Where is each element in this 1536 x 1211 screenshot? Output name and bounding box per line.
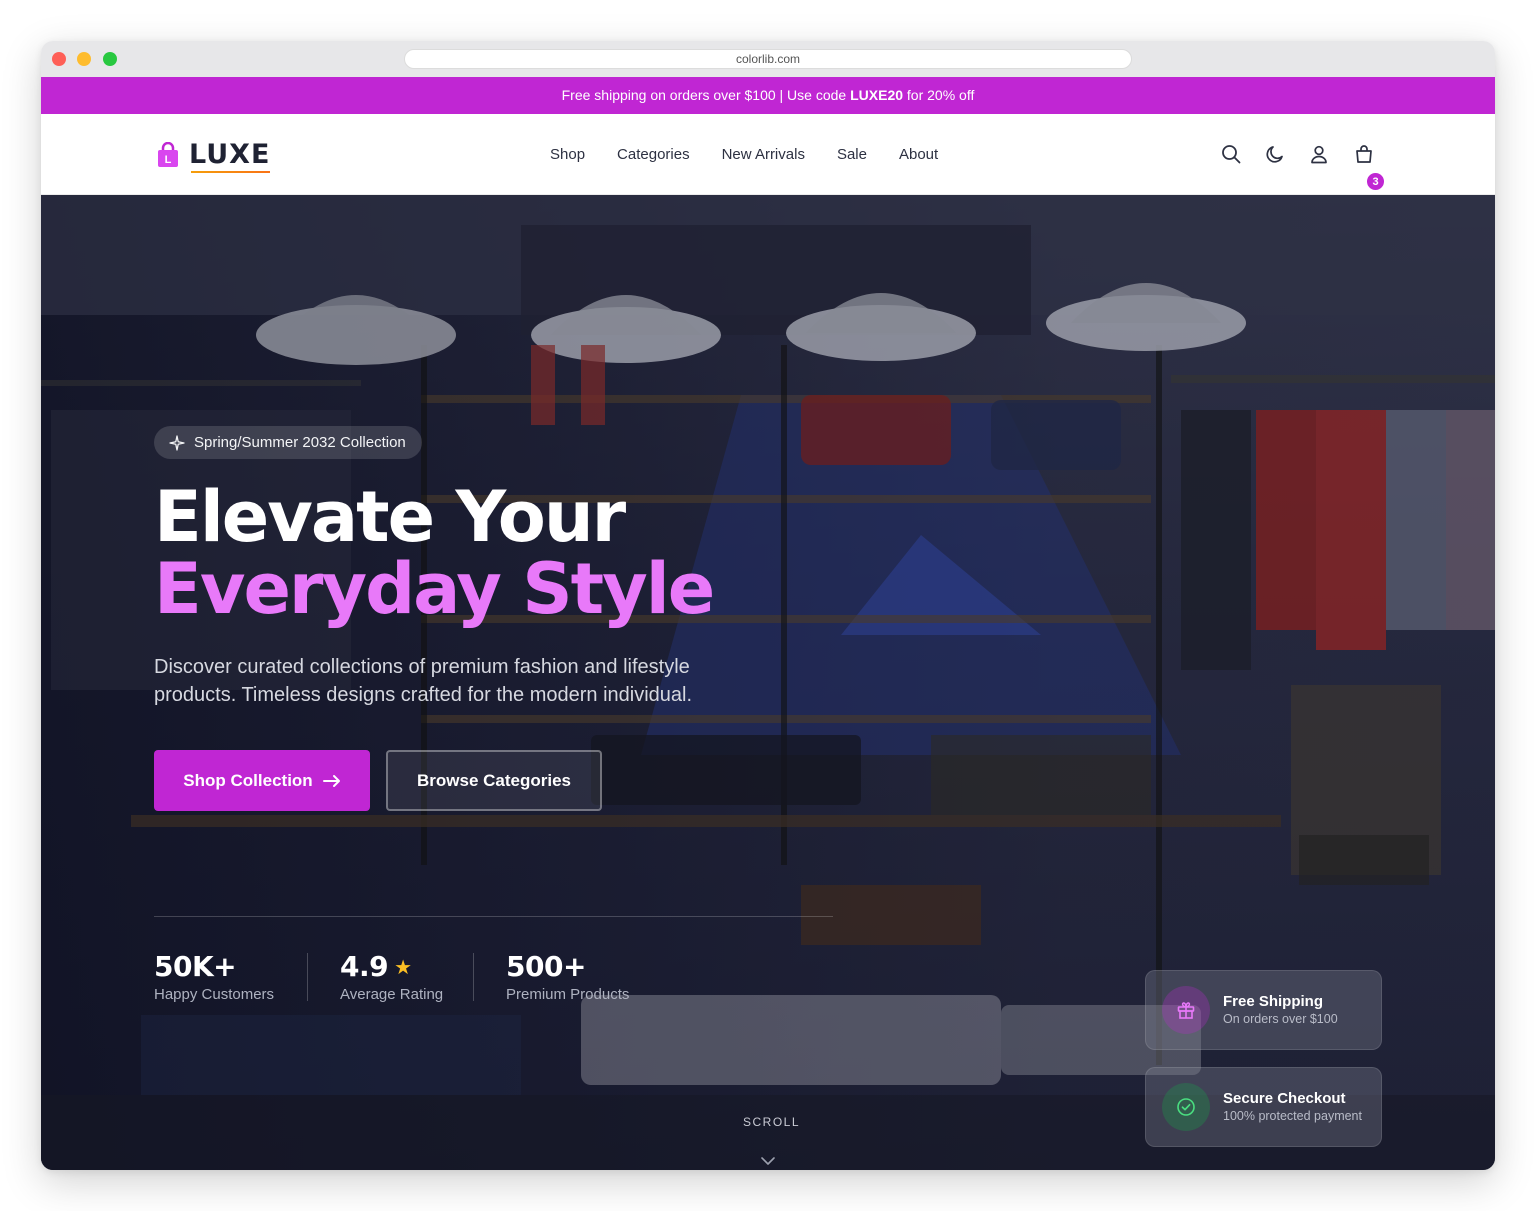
shopping-bag-icon[interactable] bbox=[1353, 143, 1375, 165]
scroll-indicator-label[interactable]: SCROLL bbox=[743, 1115, 800, 1129]
stat-rating: 4.9 ★ Average Rating bbox=[340, 950, 443, 1003]
stat-customers: 50K+ Happy Customers bbox=[154, 950, 274, 1003]
feature-secure-checkout: Secure Checkout 100% protected payment bbox=[1145, 1067, 1382, 1147]
close-window-button[interactable] bbox=[52, 52, 66, 66]
feature-secure-checkout-title: Secure Checkout bbox=[1223, 1089, 1346, 1107]
stat-products-value: 500+ bbox=[506, 950, 586, 983]
cart-count-badge: 3 bbox=[1366, 172, 1385, 191]
nav-sale[interactable]: Sale bbox=[837, 146, 867, 163]
address-bar[interactable]: colorlib.com bbox=[404, 49, 1132, 69]
hero-subtitle: Discover curated collections of premium … bbox=[154, 656, 693, 706]
stat-separator bbox=[473, 953, 474, 1001]
nav-categories[interactable]: Categories bbox=[617, 146, 690, 163]
feature-free-shipping-title: Free Shipping bbox=[1223, 992, 1324, 1010]
stat-customers-value: 50K+ bbox=[154, 950, 237, 983]
feature-secure-checkout-subtitle: 100% protected payment bbox=[1223, 1108, 1362, 1123]
stat-rating-label: Average Rating bbox=[340, 986, 444, 1003]
minimize-window-button[interactable] bbox=[77, 52, 91, 66]
hero-title-line2: Everyday Style bbox=[154, 548, 715, 630]
moon-icon[interactable] bbox=[1264, 143, 1286, 165]
promo-text-start: Free shipping on orders over $100 | Use … bbox=[561, 87, 851, 103]
stat-customers-label: Happy Customers bbox=[154, 986, 275, 1003]
hero-section: Spring/Summer 2032 Collection Elevate Yo… bbox=[41, 195, 1495, 1170]
promo-banner: Free shipping on orders over $100 | Use … bbox=[41, 77, 1495, 114]
main-nav: Shop Categories New Arrivals Sale About bbox=[550, 114, 938, 195]
feature-free-shipping: Free Shipping On orders over $100 bbox=[1145, 970, 1382, 1050]
stat-products-label: Premium Products bbox=[506, 986, 630, 1003]
browser-titlebar: colorlib.com bbox=[41, 41, 1495, 77]
nav-about[interactable]: About bbox=[899, 146, 938, 163]
collection-badge: Spring/Summer 2032 Collection bbox=[154, 426, 422, 459]
user-icon[interactable] bbox=[1308, 143, 1330, 165]
sparkle-icon bbox=[169, 434, 185, 451]
site-header: L LUXE Shop Categories New Arrivals Sale… bbox=[41, 114, 1495, 195]
promo-text-end: for 20% off bbox=[903, 87, 975, 103]
nav-shop[interactable]: Shop bbox=[550, 146, 585, 163]
logo-text: LUXE bbox=[189, 139, 271, 173]
stat-rating-value: 4.9 bbox=[340, 950, 389, 983]
browse-categories-button[interactable]: Browse Categories bbox=[386, 750, 602, 811]
search-icon[interactable] bbox=[1220, 143, 1242, 165]
feature-free-shipping-subtitle: On orders over $100 bbox=[1223, 1011, 1338, 1026]
nav-new-arrivals[interactable]: New Arrivals bbox=[722, 146, 805, 163]
gift-icon bbox=[1162, 986, 1210, 1034]
check-circle-icon bbox=[1162, 1083, 1210, 1131]
stat-separator bbox=[307, 953, 308, 1001]
chevron-down-icon[interactable] bbox=[760, 1156, 776, 1166]
star-icon: ★ bbox=[394, 955, 412, 979]
shop-collection-label: Shop Collection bbox=[183, 770, 313, 790]
browse-categories-label: Browse Categories bbox=[417, 770, 571, 790]
shop-collection-button[interactable]: Shop Collection bbox=[154, 750, 370, 811]
hero-title-line1: Elevate Your bbox=[154, 476, 626, 558]
stats-divider bbox=[154, 916, 833, 917]
svg-text:L: L bbox=[165, 154, 172, 166]
shopping-bag-logo-icon: L bbox=[156, 141, 180, 168]
arrow-right-icon bbox=[322, 774, 340, 787]
promo-code: LUXE20 bbox=[850, 87, 904, 103]
maximize-window-button[interactable] bbox=[103, 52, 117, 66]
browser-window: colorlib.com Free shipping on orders ove… bbox=[41, 41, 1495, 1170]
logo[interactable]: L LUXE bbox=[156, 139, 271, 173]
stat-products: 500+ Premium Products bbox=[506, 950, 629, 1003]
collection-badge-text: Spring/Summer 2032 Collection bbox=[194, 434, 406, 451]
